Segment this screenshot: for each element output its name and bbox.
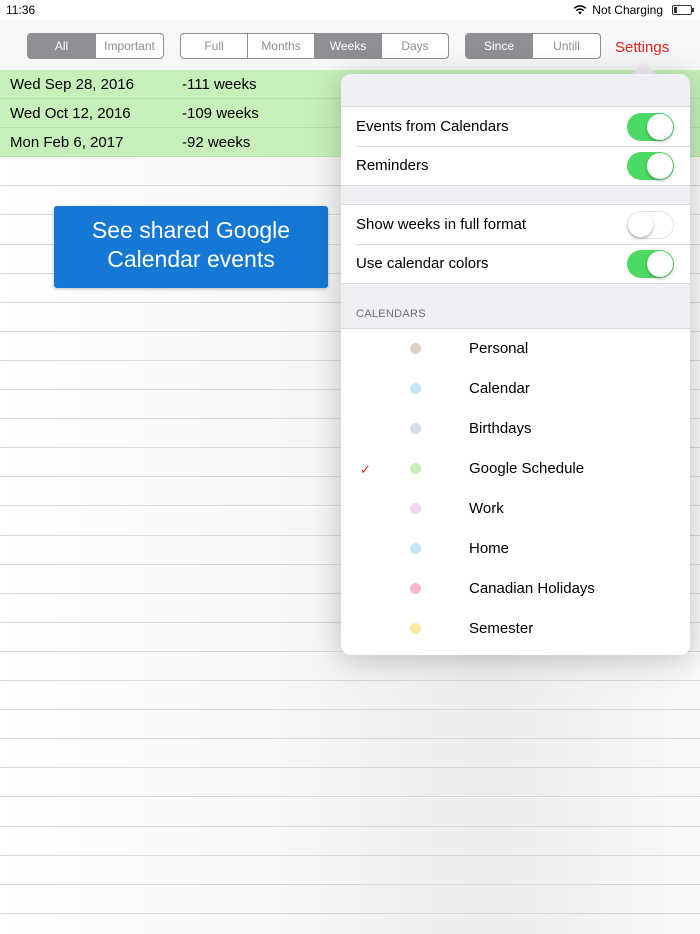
calendar-item[interactable]: Canadian Holidays bbox=[341, 569, 690, 609]
setting-label: Show weeks in full format bbox=[356, 216, 527, 233]
setting-row: Use calendar colors bbox=[341, 244, 690, 283]
segment-months[interactable]: Months bbox=[248, 34, 315, 58]
calendar-item[interactable]: Calendar bbox=[341, 369, 690, 409]
empty-row bbox=[0, 798, 700, 827]
status-right: Not Charging bbox=[573, 3, 694, 17]
empty-row bbox=[0, 768, 700, 797]
format-segmented-control: Full Months Weeks Days bbox=[180, 33, 449, 59]
toggle-switch[interactable] bbox=[627, 152, 674, 180]
toggle-knob bbox=[647, 251, 673, 277]
event-date: Wed Oct 12, 2016 bbox=[10, 105, 131, 122]
callout-line-2: Calendar events bbox=[107, 246, 275, 272]
toggle-switch[interactable] bbox=[627, 113, 674, 141]
settings-popover: Events from Calendars Reminders Show week… bbox=[341, 74, 690, 655]
setting-row: Show weeks in full format bbox=[341, 205, 690, 244]
setting-row: Events from Calendars bbox=[341, 107, 690, 146]
calendar-color-dot bbox=[410, 503, 421, 514]
toggle-switch[interactable] bbox=[627, 250, 674, 278]
segment-days[interactable]: Days bbox=[382, 34, 448, 58]
empty-row bbox=[0, 827, 700, 856]
calendar-name: Semester bbox=[469, 620, 534, 637]
calendar-item[interactable]: Work bbox=[341, 489, 690, 529]
empty-row bbox=[0, 914, 700, 934]
empty-row bbox=[0, 681, 700, 710]
empty-row bbox=[0, 885, 700, 914]
charging-status: Not Charging bbox=[592, 3, 663, 17]
event-weeks: -111 weeks bbox=[182, 76, 257, 93]
calendar-color-dot bbox=[410, 543, 421, 554]
calendar-color-dot bbox=[410, 343, 421, 354]
toggle-knob bbox=[628, 212, 653, 237]
status-time: 11:36 bbox=[6, 3, 36, 17]
calendars-list: Personal Calendar Birthdays ✓ Google Schedul… bbox=[341, 328, 690, 655]
event-weeks: -109 weeks bbox=[182, 105, 259, 122]
calendar-item[interactable]: Semester bbox=[341, 609, 690, 649]
settings-button[interactable]: Settings bbox=[615, 39, 669, 56]
setting-label: Reminders bbox=[356, 157, 429, 174]
direction-segmented-control: Since Untill bbox=[465, 33, 601, 59]
calendar-color-dot bbox=[410, 583, 421, 594]
callout-line-1: See shared Google bbox=[91, 217, 291, 243]
empty-row bbox=[0, 652, 700, 681]
toggle-knob bbox=[647, 114, 673, 140]
event-date: Mon Feb 6, 2017 bbox=[10, 134, 124, 151]
setting-label: Use calendar colors bbox=[356, 255, 489, 272]
calendar-color-dot bbox=[410, 423, 421, 434]
calendar-item[interactable]: Personal bbox=[341, 329, 690, 369]
promo-callout: See shared Google Calendar events bbox=[54, 206, 328, 288]
event-weeks: -92 weeks bbox=[182, 134, 251, 151]
calendar-name: Calendar bbox=[469, 380, 530, 397]
calendar-color-dot bbox=[410, 623, 421, 634]
event-date: Wed Sep 28, 2016 bbox=[10, 76, 134, 93]
toggle-knob bbox=[647, 153, 673, 179]
segment-weeks[interactable]: Weeks bbox=[315, 34, 382, 58]
calendar-item[interactable]: Birthdays bbox=[341, 409, 690, 449]
segment-important[interactable]: Important bbox=[96, 34, 163, 58]
calendar-name: Work bbox=[469, 500, 504, 517]
calendar-item[interactable]: ✓ Google Schedule bbox=[341, 449, 690, 489]
setting-row: Reminders bbox=[341, 146, 690, 185]
empty-row bbox=[0, 710, 700, 739]
segment-since[interactable]: Since bbox=[466, 34, 533, 58]
setting-label: Events from Calendars bbox=[356, 118, 509, 135]
calendar-name: Birthdays bbox=[469, 420, 532, 437]
checkmark-icon: ✓ bbox=[360, 462, 371, 477]
calendars-section-header: CALENDARS bbox=[356, 308, 426, 320]
toolbar: All Important Full Months Weeks Days Since Un… bbox=[0, 20, 700, 70]
calendar-name: Personal bbox=[469, 340, 529, 357]
calendar-name: Home bbox=[469, 540, 510, 557]
sources-group: Events from Calendars Reminders bbox=[341, 106, 690, 186]
empty-row bbox=[0, 856, 700, 885]
wifi-icon bbox=[573, 5, 587, 15]
calendar-color-dot bbox=[410, 383, 421, 394]
empty-row bbox=[0, 739, 700, 768]
calendar-name: Google Schedule bbox=[469, 460, 585, 477]
toggle-switch[interactable] bbox=[627, 211, 674, 239]
status-bar: 11:36 Not Charging bbox=[0, 0, 700, 20]
segment-all[interactable]: All bbox=[28, 34, 96, 58]
calendar-color-dot bbox=[410, 463, 421, 474]
segment-full[interactable]: Full bbox=[181, 34, 248, 58]
display-group: Show weeks in full format Use calendar co… bbox=[341, 204, 690, 284]
segment-untill[interactable]: Untill bbox=[533, 34, 600, 58]
filter-segmented-control: All Important bbox=[27, 33, 164, 59]
battery-icon bbox=[672, 5, 694, 15]
calendar-name: Canadian Holidays bbox=[469, 580, 595, 597]
calendar-item[interactable]: Home bbox=[341, 529, 690, 569]
